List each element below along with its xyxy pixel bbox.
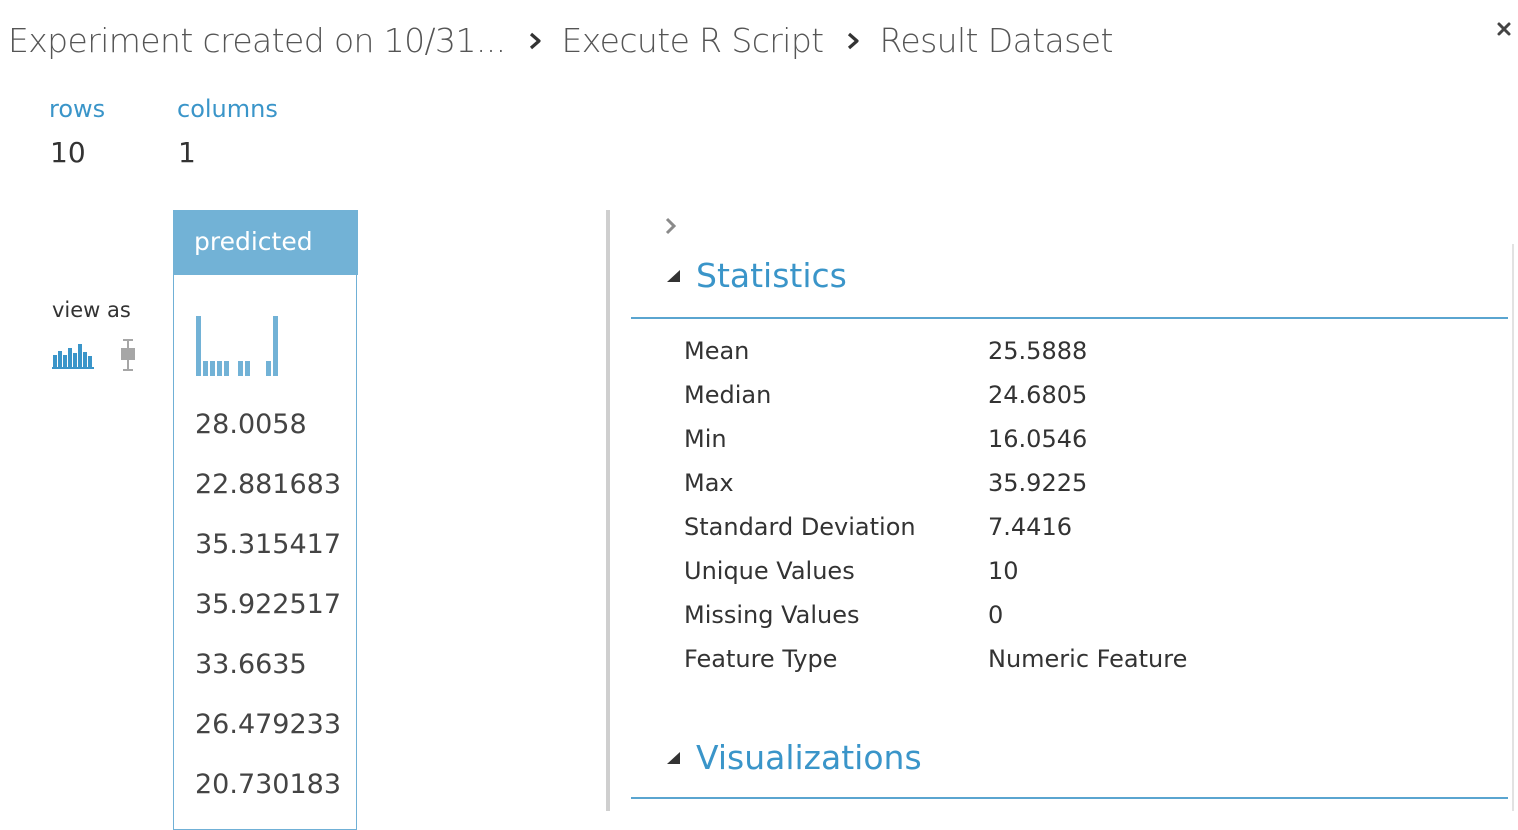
histogram-bar: [203, 361, 208, 376]
stat-label: Feature Type: [684, 645, 838, 673]
histogram-bar: [266, 361, 271, 376]
scrollbar[interactable]: [1512, 244, 1514, 811]
stat-label: Max: [684, 469, 734, 497]
stat-value: 16.0546: [988, 425, 1088, 453]
stat-label: Median: [684, 381, 772, 409]
stat-value: 0: [988, 601, 1004, 629]
table-cell[interactable]: 28.0058: [195, 409, 307, 440]
breadcrumb-module[interactable]: Execute R Script: [562, 21, 825, 60]
column-header[interactable]: predicted: [173, 210, 358, 275]
stat-label: Unique Values: [684, 557, 855, 585]
statistics-section-header[interactable]: Statistics: [666, 256, 847, 295]
breadcrumb: Experiment created on 10/31... Execute R…: [8, 18, 1113, 62]
breadcrumb-experiment[interactable]: Experiment created on 10/31...: [8, 21, 506, 60]
breadcrumb-current: Result Dataset: [879, 20, 1114, 60]
histogram-icon[interactable]: [52, 340, 96, 374]
expand-chevron-icon[interactable]: [664, 216, 678, 240]
stat-value: 24.6805: [988, 381, 1088, 409]
table-cell[interactable]: 20.730183: [195, 769, 341, 800]
boxplot-icon[interactable]: [118, 338, 138, 376]
chevron-right-icon: [836, 20, 872, 60]
close-icon[interactable]: [1493, 18, 1515, 40]
rows-label: rows: [49, 95, 106, 123]
columns-label: columns: [177, 95, 278, 123]
table-cell[interactable]: 35.315417: [195, 529, 341, 560]
stat-value: 25.5888: [988, 337, 1088, 365]
histogram-bar: [217, 361, 222, 376]
stat-value: 7.4416: [988, 513, 1072, 541]
view-as-label: view as: [52, 298, 131, 322]
columns-value: 1: [178, 136, 196, 169]
histogram-bar: [210, 361, 215, 376]
table-cell[interactable]: 35.922517: [195, 589, 341, 620]
histogram-bar: [196, 316, 201, 376]
visualizations-title: Visualizations: [696, 738, 922, 777]
rows-value: 10: [50, 136, 86, 169]
statistics-title: Statistics: [696, 256, 847, 295]
stat-label: Mean: [684, 337, 750, 365]
stat-label: Missing Values: [684, 601, 860, 629]
visualizations-section-header[interactable]: Visualizations: [666, 738, 922, 777]
histogram-bar: [245, 361, 250, 376]
column-mini-histogram[interactable]: [196, 314, 286, 382]
chevron-right-icon: [518, 20, 554, 60]
histogram-bar: [224, 361, 229, 376]
table-cell[interactable]: 22.881683: [195, 469, 341, 500]
section-divider: [631, 317, 1508, 319]
section-divider: [631, 797, 1508, 799]
histogram-bar: [238, 361, 243, 376]
stat-value: 10: [988, 557, 1019, 585]
stat-value: 35.9225: [988, 469, 1088, 497]
panel-splitter[interactable]: [606, 210, 610, 811]
histogram-bar: [273, 316, 278, 376]
collapse-triangle-icon: [667, 751, 680, 764]
stat-label: Standard Deviation: [684, 513, 916, 541]
collapse-triangle-icon: [667, 269, 680, 282]
stat-label: Min: [684, 425, 727, 453]
table-cell[interactable]: 33.6635: [195, 649, 307, 680]
stat-value: Numeric Feature: [988, 645, 1188, 673]
table-cell[interactable]: 26.479233: [195, 709, 341, 740]
